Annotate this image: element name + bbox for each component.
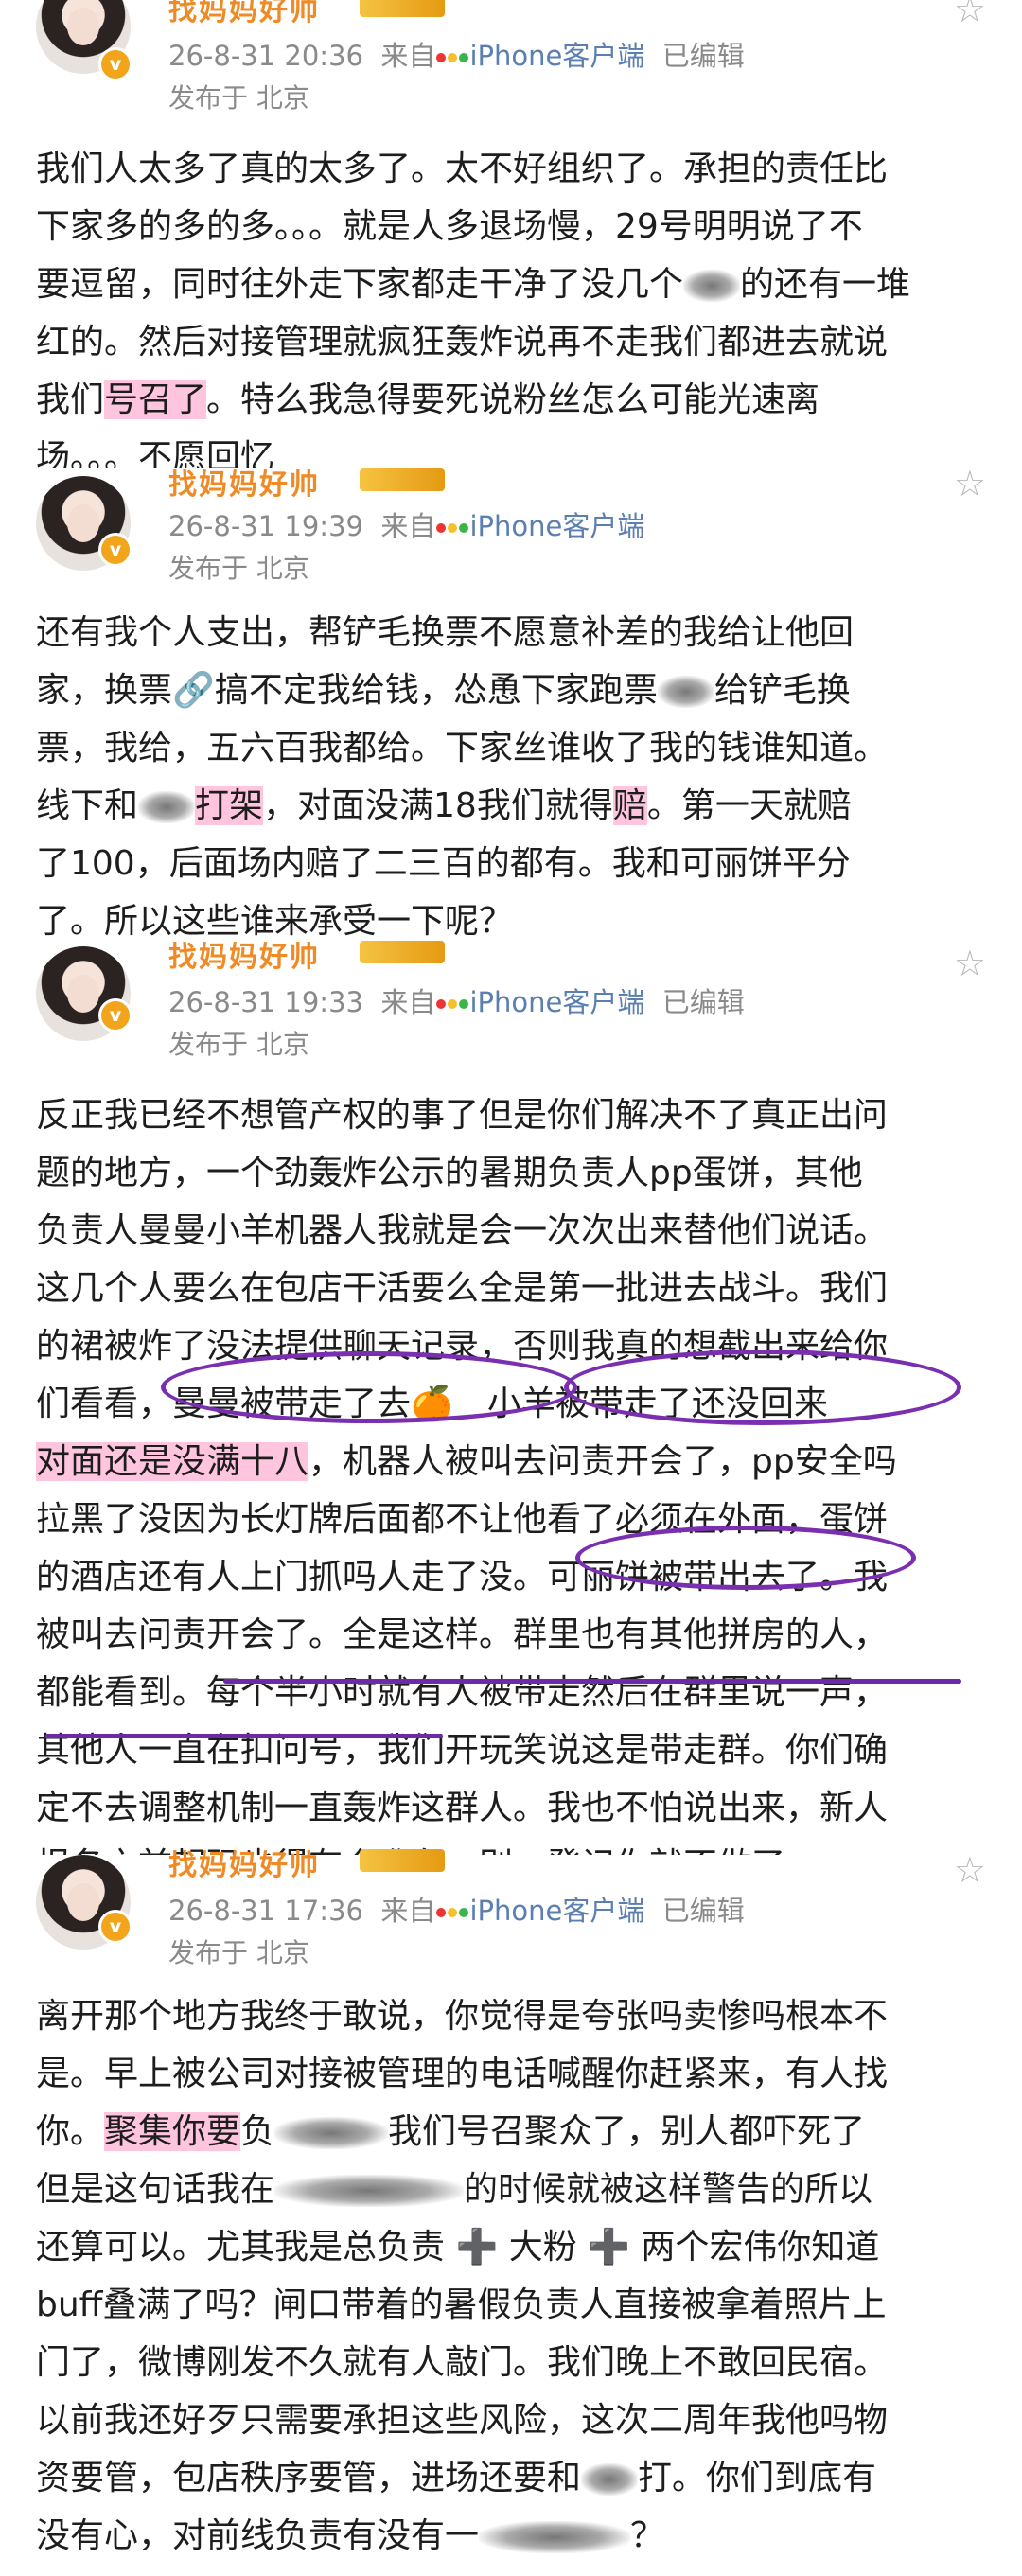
verified-badge-icon: v bbox=[98, 998, 132, 1032]
post-time: 26-8-31 19:33 bbox=[168, 986, 363, 1018]
verified-badge-icon: v bbox=[98, 533, 132, 567]
text-line: 要逗留，同时往外走下家都走干净了没几个 的还有一堆 bbox=[36, 265, 911, 304]
weibo-post-1: v 找妈妈好帅 ☆ 26-8-31 20:36 来自 iPhone客户端 已编辑 … bbox=[0, 0, 1022, 477]
text-line: buff叠满了吗？闸口带着的暑假负责人直接被拿着照片上 bbox=[36, 2285, 887, 2324]
highlighted-text: 对面还是没满十八 bbox=[36, 1442, 309, 1481]
post-meta: 26-8-31 19:33 来自 iPhone客户端 已编辑 bbox=[168, 980, 745, 1020]
rank-badge-icon bbox=[360, 468, 445, 491]
text-line: 门了，微博刚发不久就有人敲门。我们晚上不敢回民宿。 bbox=[36, 2343, 889, 2382]
traffic-light-icon bbox=[435, 986, 469, 1018]
handdrawn-underline bbox=[45, 1734, 443, 1738]
post-body: 我们人太多了真的太多了。太不好组织了。承担的责任比 下家多的多的多。。。就是人多… bbox=[36, 140, 994, 486]
rank-badge-icon bbox=[360, 941, 445, 963]
blurred-text bbox=[657, 676, 714, 708]
weibo-post-2: v 找妈妈好帅 ☆ 26-8-31 19:39 来自 iPhone客户端 发布于 … bbox=[0, 463, 1022, 946]
client-name[interactable]: iPhone客户端 bbox=[469, 986, 644, 1018]
author-name[interactable]: 找妈妈好帅 bbox=[168, 0, 320, 28]
verified-badge-icon: v bbox=[98, 1910, 132, 1944]
text-line: 没有心，对前线负责有没有一？ bbox=[36, 2516, 665, 2555]
blurred-text bbox=[581, 2463, 639, 2496]
handdrawn-circle bbox=[161, 1351, 577, 1423]
text-line: 了100，后面场内赔了二三百的都有。我和可丽饼平分 bbox=[36, 844, 851, 883]
source-prefix: 来自 bbox=[380, 40, 436, 72]
client-name[interactable]: iPhone客户端 bbox=[469, 510, 644, 542]
post-location: 发布于 北京 bbox=[168, 1937, 309, 1968]
post-time: 26-8-31 20:36 bbox=[168, 40, 363, 72]
text-line: 离开那个地方我终于敢说，你觉得是夸张吗卖惨吗根本不 bbox=[36, 1997, 889, 2036]
edited-label[interactable]: 已编辑 bbox=[662, 986, 745, 1018]
verified-badge-icon: v bbox=[98, 47, 132, 81]
post-meta: 26-8-31 17:36 来自 iPhone客户端 已编辑 bbox=[168, 1889, 745, 1929]
blurred-text bbox=[138, 791, 196, 823]
text-line: 都能看到。每个半小时就有人被带走然后在群里说一声， bbox=[36, 1673, 889, 1712]
text-line: 是。早上被公司对接被管理的电话喊醒你赶紧来，有人找 bbox=[36, 2055, 889, 2093]
blurred-text bbox=[479, 2521, 631, 2553]
blurred-text bbox=[274, 2117, 389, 2149]
source-prefix: 来自 bbox=[380, 510, 436, 542]
author-name[interactable]: 找妈妈好帅 bbox=[168, 933, 320, 975]
favorite-star-icon[interactable]: ☆ bbox=[954, 1849, 986, 1891]
text-line: 下家多的多的多。。。就是人多退场慢，29号明明说了不 bbox=[36, 207, 863, 246]
highlighted-text: 号召了 bbox=[104, 380, 207, 419]
text-line: 线下和 打架，对面没满18我们就得赔。第一天就赔 bbox=[36, 786, 852, 825]
rank-badge-icon bbox=[360, 0, 445, 17]
post-location: 发布于 北京 bbox=[168, 553, 309, 584]
author-name[interactable]: 找妈妈好帅 bbox=[168, 461, 320, 503]
post-location: 发布于 北京 bbox=[168, 1029, 309, 1060]
post-meta: 26-8-31 19:39 来自 iPhone客户端 bbox=[168, 504, 644, 544]
weibo-post-3: v 找妈妈好帅 ☆ 26-8-31 19:33 来自 iPhone客户端 已编辑 … bbox=[0, 941, 1022, 1885]
traffic-light-icon bbox=[435, 1895, 469, 1927]
favorite-star-icon[interactable]: ☆ bbox=[954, 463, 986, 504]
text-line: 以前我还好歹只需要承担这些风险，这次二周年我他吗物 bbox=[36, 2401, 889, 2440]
blurred-text bbox=[683, 270, 741, 302]
post-location: 发布于 北京 bbox=[168, 82, 309, 114]
text-line: 被叫去问责开会了。全是这样。群里也有其他拼房的人， bbox=[36, 1615, 889, 1654]
text-line: 其他人一直在扣问号，我们开玩笑说这是带走群。你们确 bbox=[36, 1731, 889, 1770]
text-line: 红的。然后对接管理就疯狂轰炸说再不走我们都进去就说 bbox=[36, 323, 889, 362]
text-line: 票，我给，五六百我都给。下家丝谁收了我的钱谁知道。 bbox=[36, 729, 889, 768]
edited-label[interactable]: 已编辑 bbox=[662, 1895, 745, 1927]
text-line: 还算可以。尤其我是总负责 ➕ 大粉 ➕ 两个宏伟你知道 bbox=[36, 2228, 880, 2267]
text-line: 我们人太多了真的太多了。太不好组织了。承担的责任比 bbox=[36, 150, 889, 188]
edited-label[interactable]: 已编辑 bbox=[662, 40, 745, 72]
post-body: 反正我已经不想管产权的事了但是你们解决不了真正出问 题的地方，一个劲轰炸公示的暑… bbox=[36, 1086, 994, 1895]
rank-badge-icon bbox=[360, 1849, 445, 1872]
post-meta: 26-8-31 20:36 来自 iPhone客户端 已编辑 bbox=[168, 34, 745, 74]
source-prefix: 来自 bbox=[380, 1895, 436, 1927]
highlighted-text: 打架 bbox=[195, 786, 264, 825]
post-time: 26-8-31 17:36 bbox=[168, 1895, 363, 1927]
client-name[interactable]: iPhone客户端 bbox=[469, 1895, 644, 1927]
traffic-light-icon bbox=[435, 40, 469, 72]
favorite-star-icon[interactable]: ☆ bbox=[954, 0, 986, 30]
client-name[interactable]: iPhone客户端 bbox=[469, 40, 644, 72]
blurred-text bbox=[274, 2175, 465, 2207]
source-prefix: 来自 bbox=[380, 986, 436, 1018]
traffic-light-icon bbox=[435, 510, 469, 542]
text-line: 还有我个人支出，帮铲毛换票不愿意补差的我给让他回 bbox=[36, 613, 855, 652]
post-time: 26-8-31 19:39 bbox=[168, 510, 363, 542]
favorite-star-icon[interactable]: ☆ bbox=[954, 943, 986, 984]
post-body: 离开那个地方我终于敢说，你觉得是夸张吗卖惨吗根本不 是。早上被公司对接被管理的电… bbox=[36, 1987, 994, 2565]
text-line: 资要管，包店秩序要管，进场还要和 打。你们到底有 bbox=[36, 2459, 877, 2497]
text-line: 对面还是没满十八，机器人被叫去问责开会了，pp安全吗 bbox=[36, 1442, 897, 1481]
text-line: 反正我已经不想管产权的事了但是你们解决不了真正出问 bbox=[36, 1096, 889, 1135]
highlighted-text: 赔 bbox=[612, 786, 647, 825]
text-line: 定不去调整机制一直轰炸这群人。我也不怕说出来，新人 bbox=[36, 1789, 889, 1827]
handdrawn-underline bbox=[223, 1679, 961, 1684]
text-line: 我们号召了。特么我急得要死说粉丝怎么可能光速离 bbox=[36, 380, 820, 419]
text-line: 题的地方，一个劲轰炸公示的暑期负责人pp蛋饼，其他 bbox=[36, 1154, 863, 1192]
text-line: 家，换票🔗搞不定我给钱，怂恿下家跑票 给铲毛换 bbox=[36, 671, 851, 710]
handdrawn-circle bbox=[564, 1350, 961, 1425]
text-line: 这几个人要么在包店干活要么全是第一批进去战斗。我们 bbox=[36, 1269, 889, 1308]
text-line: 但是这句话我在 的时候就被这样警告的所以 bbox=[36, 2170, 873, 2209]
handdrawn-circle bbox=[575, 1526, 916, 1590]
text-line: 负责人曼曼小羊机器人我就是会一次次出来替他们说话。 bbox=[36, 1211, 889, 1250]
highlighted-text: 聚集你要 bbox=[104, 2112, 241, 2151]
author-name[interactable]: 找妈妈好帅 bbox=[168, 1842, 320, 1883]
post-body: 还有我个人支出，帮铲毛换票不愿意补差的我给让他回 家，换票🔗搞不定我给钱，怂恿下… bbox=[36, 604, 994, 950]
weibo-post-4: v 找妈妈好帅 ☆ 26-8-31 17:36 来自 iPhone客户端 已编辑 … bbox=[0, 1849, 1022, 2576]
text-line: 你。聚集你要负 我们号召聚众了，别人都吓死了 bbox=[36, 2112, 866, 2151]
